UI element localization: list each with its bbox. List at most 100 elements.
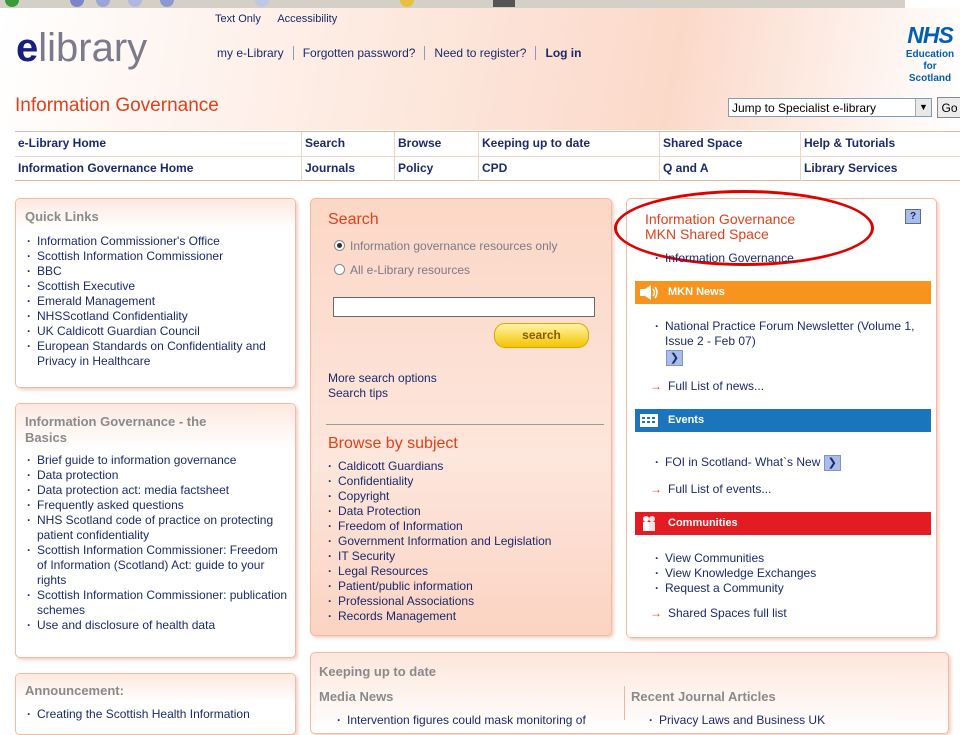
basics-title: Information Governance - the Basics bbox=[25, 414, 206, 446]
list-item[interactable]: View Communities bbox=[654, 551, 922, 566]
nav-library-services[interactable]: Library Services bbox=[800, 157, 960, 181]
list-item[interactable]: Use and disclosure of health data bbox=[26, 618, 291, 633]
my-elibrary-link[interactable]: my e-Library bbox=[217, 46, 293, 60]
arrow-right-icon: → bbox=[650, 482, 662, 496]
list-item[interactable]: Records Management bbox=[327, 609, 607, 624]
full-list-news-link[interactable]: → Full List of news... bbox=[650, 379, 764, 393]
list-item[interactable]: Frequently asked questions bbox=[26, 498, 291, 513]
list-item[interactable]: Patient/public information bbox=[327, 579, 607, 594]
nhs-logo[interactable]: NHS Education for Scotland bbox=[900, 22, 960, 85]
event-item-label: FOI in Scotland- What`s New bbox=[665, 455, 821, 470]
nav-keeping-up[interactable]: Keeping up to date bbox=[478, 132, 659, 156]
browse-list: Caldicott Guardians Confidentiality Copy… bbox=[327, 459, 607, 624]
list-item[interactable]: Legal Resources bbox=[327, 564, 607, 579]
back-icon[interactable] bbox=[5, 0, 19, 7]
news-list: National Practice Forum Newsletter (Volu… bbox=[654, 319, 922, 349]
nav-browse[interactable]: Browse bbox=[394, 132, 478, 156]
radio-all-resources[interactable] bbox=[334, 264, 345, 275]
news-more-button[interactable]: ❯ bbox=[666, 350, 683, 366]
nav-policy[interactable]: Policy bbox=[394, 157, 478, 181]
list-item[interactable]: FOI in Scotland- What`s New ❯ bbox=[654, 455, 922, 471]
shared-spaces-full-list-label: Shared Spaces full list bbox=[668, 606, 787, 620]
user-links: my e-Library Forgotten password? Need to r… bbox=[217, 46, 591, 60]
list-item[interactable]: Data Protection bbox=[327, 504, 607, 519]
nav-help[interactable]: Help & Tutorials bbox=[800, 132, 960, 156]
nav-cpd[interactable]: CPD bbox=[478, 157, 659, 181]
announcement-title: Announcement: bbox=[25, 683, 124, 698]
quick-links-title: Quick Links bbox=[25, 209, 99, 224]
list-item[interactable]: Information Commissioner's Office bbox=[26, 234, 286, 249]
forgotten-password-link[interactable]: Forgotten password? bbox=[292, 46, 425, 60]
list-item[interactable]: Request a Community bbox=[654, 581, 922, 596]
radio-ig-only[interactable] bbox=[334, 240, 345, 251]
chevron-right-icon: ❯ bbox=[666, 350, 683, 366]
nhs-mark: NHS bbox=[907, 22, 954, 48]
list-item[interactable]: Professional Associations bbox=[327, 594, 607, 609]
search-input[interactable] bbox=[333, 297, 595, 317]
list-item[interactable]: Copyright bbox=[327, 489, 607, 504]
list-item[interactable]: Scottish Executive bbox=[26, 279, 286, 294]
nav-shared-space[interactable]: Shared Space bbox=[659, 132, 800, 156]
list-item[interactable]: Confidentiality bbox=[327, 474, 607, 489]
refresh-icon[interactable] bbox=[70, 0, 84, 7]
text-only-link[interactable]: Text Only bbox=[215, 13, 261, 25]
search-icon[interactable] bbox=[160, 0, 174, 7]
shared-spaces-full-list-link[interactable]: → Shared Spaces full list bbox=[650, 606, 787, 620]
search-button[interactable]: search bbox=[494, 323, 589, 348]
mkn-news-header: MKN News bbox=[635, 281, 931, 304]
list-item[interactable]: NHS Scotland code of practice on protect… bbox=[26, 513, 291, 543]
list-item[interactable]: Intervention figures could mask monitori… bbox=[336, 713, 616, 728]
list-item[interactable]: Scottish Information Commissioner: publi… bbox=[26, 588, 291, 618]
help-icon[interactable]: ? bbox=[905, 209, 921, 224]
list-item[interactable]: Information Governance bbox=[654, 251, 924, 266]
nav-ig-home[interactable]: Information Governance Home bbox=[15, 157, 301, 181]
list-item[interactable]: Scottish Information Commissioner: Freed… bbox=[26, 543, 291, 588]
list-item[interactable]: National Practice Forum Newsletter (Volu… bbox=[654, 319, 922, 349]
register-link[interactable]: Need to register? bbox=[424, 46, 536, 60]
keeping-up-title: Keeping up to date bbox=[319, 664, 436, 679]
list-item[interactable]: Privacy Laws and Business UK bbox=[648, 713, 928, 728]
list-item[interactable]: Government Information and Legislation bbox=[327, 534, 607, 549]
list-item[interactable]: UK Caldicott Guardian Council bbox=[26, 324, 286, 339]
go-button[interactable]: Go bbox=[937, 97, 960, 118]
list-item[interactable]: Data protection bbox=[26, 468, 291, 483]
home-icon[interactable] bbox=[128, 0, 142, 7]
search-tips-link[interactable]: Search tips bbox=[328, 386, 388, 400]
top-links: Text Only Accessibility bbox=[215, 13, 351, 25]
print-icon[interactable] bbox=[493, 0, 515, 7]
section-title: Information Governance bbox=[15, 95, 219, 116]
shared-space-title: Information Governance MKN Shared Space bbox=[645, 212, 795, 242]
list-item[interactable]: Caldicott Guardians bbox=[327, 459, 607, 474]
basics-title-line2: Basics bbox=[25, 430, 67, 445]
chevron-down-icon[interactable]: ▼ bbox=[915, 99, 931, 116]
media-news-list: Intervention figures could mask monitori… bbox=[336, 713, 616, 728]
list-item[interactable]: Brief guide to information governance bbox=[26, 453, 291, 468]
list-item[interactable]: IT Security bbox=[327, 549, 607, 564]
accessibility-link[interactable]: Accessibility bbox=[277, 13, 337, 25]
chevron-right-icon[interactable]: ❯ bbox=[823, 455, 841, 471]
list-item[interactable]: Data protection act: media factsheet bbox=[26, 483, 291, 498]
elibrary-logo[interactable]: elibrary bbox=[16, 26, 147, 71]
jump-select-value: Jump to Specialist e-library bbox=[732, 101, 877, 115]
arrow-right-icon: → bbox=[650, 606, 662, 620]
history-icon[interactable] bbox=[255, 0, 269, 7]
list-item[interactable]: Emerald Management bbox=[26, 294, 286, 309]
list-item[interactable]: BBC bbox=[26, 264, 286, 279]
stop-icon[interactable] bbox=[96, 0, 110, 7]
main-nav: e-Library Home Search Browse Keeping up … bbox=[15, 131, 960, 181]
more-search-options-link[interactable]: More search options bbox=[328, 371, 437, 385]
jump-select[interactable]: Jump to Specialist e-library ▼ bbox=[728, 98, 932, 117]
nav-journals[interactable]: Journals bbox=[301, 157, 394, 181]
login-link[interactable]: Log in bbox=[535, 46, 591, 60]
full-list-events-label: Full List of events... bbox=[668, 482, 772, 496]
nav-search[interactable]: Search bbox=[301, 132, 394, 156]
nav-elibrary-home[interactable]: e-Library Home bbox=[15, 132, 301, 156]
list-item[interactable]: View Knowledge Exchanges bbox=[654, 566, 922, 581]
list-item[interactable]: European Standards on Confidentiality an… bbox=[26, 339, 286, 369]
mail-icon[interactable] bbox=[400, 0, 414, 7]
full-list-events-link[interactable]: → Full List of events... bbox=[650, 482, 771, 496]
list-item[interactable]: Freedom of Information bbox=[327, 519, 607, 534]
list-item[interactable]: Scottish Information Commissioner bbox=[26, 249, 286, 264]
list-item[interactable]: NHSScotland Confidentiality bbox=[26, 309, 286, 324]
nav-q-and-a[interactable]: Q and A bbox=[659, 157, 800, 181]
